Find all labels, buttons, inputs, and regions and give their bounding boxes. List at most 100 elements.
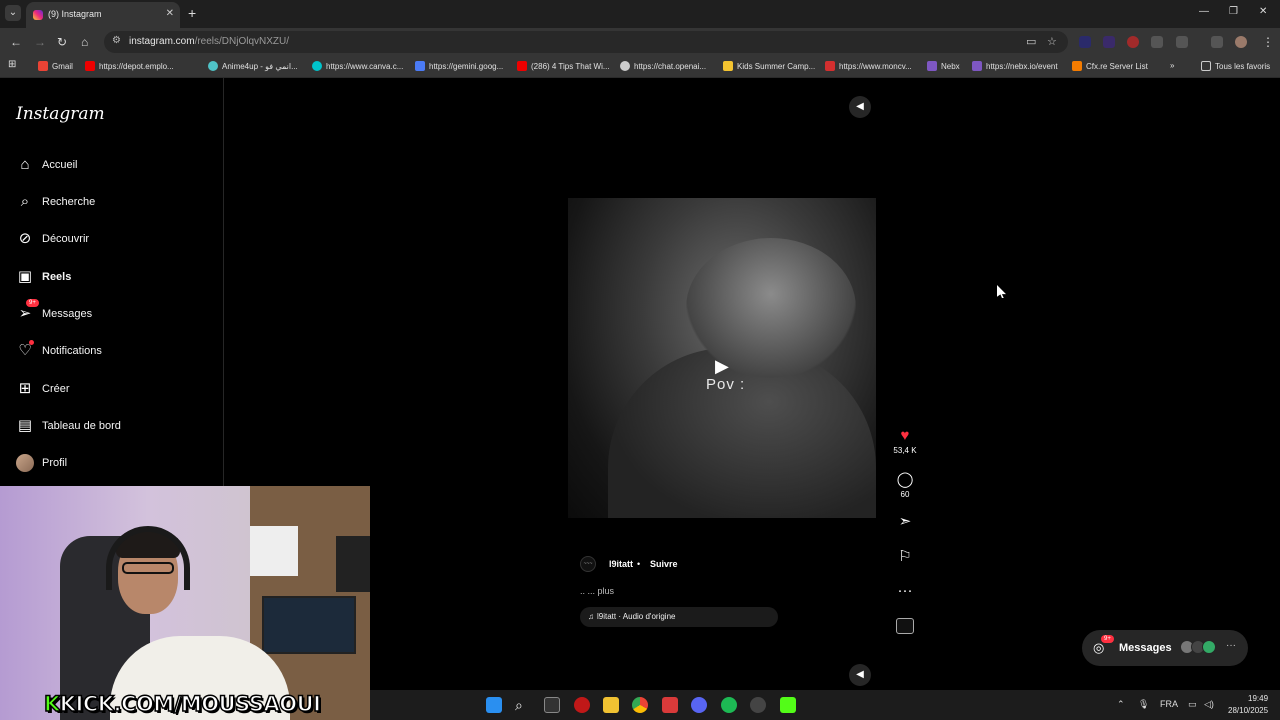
bookmark-item[interactable]: https://www.moncv... <box>825 61 912 71</box>
extension-icon[interactable] <box>1151 36 1163 48</box>
obs-icon[interactable] <box>750 697 766 713</box>
dashboard-icon: ▤ <box>17 417 33 434</box>
kick-app-icon[interactable] <box>780 697 796 713</box>
mouse-cursor-icon <box>997 285 1006 298</box>
bookmark-item[interactable]: https://chat.openai... <box>620 61 706 71</box>
tray-chevron-icon[interactable]: ⌃ <box>1117 699 1125 710</box>
like-count: 53,4 K <box>893 446 917 455</box>
audio-thumbnail[interactable] <box>896 618 914 634</box>
language-indicator[interactable]: FRA <box>1160 699 1178 709</box>
bookmark-item[interactable]: https://gemini.goog... <box>415 61 503 71</box>
install-app-icon[interactable]: ▭ <box>1026 35 1036 48</box>
tab-close-icon[interactable]: ✕ <box>166 8 174 19</box>
taskbar-clock[interactable]: 19:49 28/10/2025 <box>1228 693 1268 717</box>
reel-caption[interactable]: .. ... plus <box>580 586 614 596</box>
reels-icon: ▣ <box>17 268 33 285</box>
follow-button[interactable]: Suivre <box>650 559 678 569</box>
bookmark-item[interactable]: https://www.canva.c... <box>312 61 403 71</box>
start-windows-icon[interactable] <box>486 697 502 713</box>
save-button[interactable]: ⚐ <box>892 549 918 565</box>
extension-icon[interactable] <box>1103 36 1115 48</box>
extension-icon[interactable] <box>1079 36 1091 48</box>
media-controls-icon[interactable] <box>1211 36 1223 48</box>
new-tab-button[interactable]: + <box>188 5 196 21</box>
bookmark-item[interactable]: Kids Summer Camp... <box>723 61 815 71</box>
comment-button[interactable]: ◯ 60 <box>892 472 918 500</box>
sidebar-item-recherche[interactable]: ⌕ Recherche <box>16 191 216 217</box>
kick-channel-watermark: KKICK.COM/MOUSSAOUI <box>43 691 321 717</box>
more-icon: ··· <box>897 582 913 599</box>
task-view-icon[interactable] <box>544 697 560 713</box>
taskbar-search-icon[interactable]: ⌕ <box>515 697 531 713</box>
compass-icon: ⊘ <box>18 230 32 247</box>
browser-tab-instagram[interactable]: (9) Instagram ✕ <box>26 2 180 28</box>
bookmark-item[interactable]: https://depot.emplo... <box>85 61 174 71</box>
extension-icon[interactable] <box>1127 36 1139 48</box>
bookmark-item[interactable]: Cfx.re Server List <box>1072 61 1148 71</box>
sound-toggle-icon[interactable]: ◀ <box>849 96 871 118</box>
sidebar-item-label: Découvrir <box>42 233 90 245</box>
reel-video[interactable]: ▶ Pov : <box>568 198 876 518</box>
sidebar-item-decouvrir[interactable]: ⊘ Découvrir <box>16 228 216 254</box>
instagram-favicon-icon <box>33 10 43 20</box>
sidebar-item-accueil[interactable]: ⌂ Accueil <box>16 154 216 180</box>
site-info-icon[interactable]: ⚙ <box>112 35 121 46</box>
chrome-icon[interactable] <box>632 697 648 713</box>
network-icon[interactable]: ▭ <box>1188 699 1197 710</box>
sidebar-item-label: Messages <box>42 308 93 320</box>
author-avatar[interactable]: ~~~ <box>580 556 596 572</box>
profile-avatar[interactable] <box>1235 36 1247 48</box>
all-bookmarks-folder[interactable]: Tous les favoris <box>1201 61 1270 71</box>
bookmark-item[interactable]: Gmail <box>38 61 73 71</box>
like-button[interactable]: ♥ 53,4 K <box>892 428 918 456</box>
messages-widget[interactable]: ◎ 9+ Messages ··· <box>1082 630 1248 666</box>
clock-date: 28/10/2025 <box>1228 706 1269 715</box>
volume-icon[interactable]: ◁) <box>1204 699 1214 710</box>
sidebar-item-label: Tableau de bord <box>42 420 121 432</box>
instagram-logo[interactable]: Instagram <box>16 104 105 124</box>
extensions-puzzle-icon[interactable] <box>1176 36 1188 48</box>
bookmark-item[interactable]: https://nebx.io/event <box>972 61 1058 71</box>
taskbar-app-icon[interactable] <box>662 697 678 713</box>
sidebar-item-reels[interactable]: ▣ Reels <box>16 266 216 292</box>
play-icon[interactable]: ▶ <box>715 356 729 377</box>
bookmark-item[interactable]: (286) 4 Tips That Wi... <box>517 61 610 71</box>
sidebar-item-tableau-de-bord[interactable]: ▤ Tableau de bord <box>16 415 216 441</box>
url-text: instagram.com/reels/DNjOlqvNXZU/ <box>129 36 290 47</box>
clock-time: 19:49 <box>1248 694 1269 703</box>
bookmark-item[interactable]: Nebx <box>927 61 960 71</box>
spotify-icon[interactable] <box>721 697 737 713</box>
more-icon[interactable]: ··· <box>1226 640 1236 651</box>
bookmark-item[interactable]: Anime4up - انمي فو... <box>208 61 298 71</box>
sidebar-item-profil[interactable]: Profil <box>16 452 216 478</box>
kebab-menu-icon[interactable]: ⋮ <box>1262 35 1274 49</box>
author-username[interactable]: l9itatt <box>609 559 633 569</box>
apps-grid-icon[interactable]: ⊞ <box>8 59 16 70</box>
comment-count: 60 <box>900 490 910 499</box>
minimize-button[interactable]: — <box>1199 6 1209 17</box>
sidebar-item-notifications[interactable]: ♡ Notifications <box>16 340 216 366</box>
home-icon[interactable]: ⌂ <box>81 35 88 49</box>
sidebar-item-messages[interactable]: ➢ 9+ Messages <box>16 299 216 329</box>
forward-button[interactable]: → <box>34 35 46 49</box>
audio-link[interactable]: ♫ l9itatt · Audio d'origine <box>580 607 778 627</box>
microphone-icon[interactable]: 🎙 <box>1138 699 1149 710</box>
maximize-button[interactable]: ❐ <box>1229 6 1238 17</box>
send-icon: ➣ <box>898 513 912 530</box>
back-button[interactable]: ← <box>10 35 22 49</box>
sound-toggle-icon[interactable]: ◀ <box>849 664 871 686</box>
sidebar-item-label: Créer <box>42 383 70 395</box>
address-bar[interactable]: ⚙ instagram.com/reels/DNjOlqvNXZU/ ▭ ☆ <box>104 31 1068 53</box>
more-options-button[interactable]: ··· <box>892 583 918 599</box>
tab-search-button[interactable]: ⌄ <box>5 5 21 21</box>
discord-icon[interactable] <box>691 697 707 713</box>
reload-button[interactable]: ↻ <box>57 35 67 49</box>
more-bookmarks-chevron-icon[interactable]: » <box>1170 61 1174 70</box>
browser-toolbar: ← → ↻ ⌂ ⚙ instagram.com/reels/DNjOlqvNXZ… <box>0 28 1280 56</box>
bookmark-star-icon[interactable]: ☆ <box>1047 35 1057 48</box>
taskbar-app-icon[interactable] <box>574 697 590 713</box>
file-explorer-icon[interactable] <box>603 697 619 713</box>
share-button[interactable]: ➣ <box>892 514 918 530</box>
close-window-button[interactable]: ✕ <box>1259 6 1267 17</box>
sidebar-item-creer[interactable]: ⊞ Créer <box>16 378 216 404</box>
